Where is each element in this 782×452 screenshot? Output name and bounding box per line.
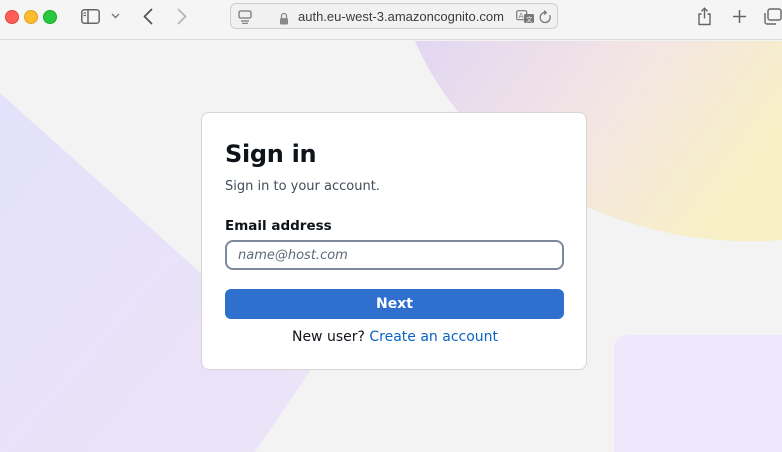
browser-toolbar: auth.eu-west-3.amazoncognito.com A文 [0,0,782,40]
address-bar[interactable]: auth.eu-west-3.amazoncognito.com A文 [230,3,558,29]
translate-icon[interactable]: A文 [515,6,535,28]
signin-page: Sign in Sign in to your account. Email a… [0,41,782,452]
svg-text:文: 文 [526,14,533,23]
tabs-icon[interactable] [764,5,782,27]
new-user-text: New user? [291,329,365,345]
url-text: auth.eu-west-3.amazoncognito.com [298,9,504,24]
close-window-button[interactable] [5,10,19,24]
reload-icon[interactable] [537,6,553,28]
back-icon[interactable] [139,5,157,27]
page-title: Sign in [225,140,317,168]
sidebar-icon[interactable] [79,5,101,27]
signin-card: Sign in Sign in to your account. Email a… [201,112,587,370]
svg-text:A: A [518,12,523,20]
chevron-down-icon[interactable] [108,5,122,27]
share-icon[interactable] [694,5,714,27]
page-menu-icon[interactable] [236,6,254,28]
create-account-link[interactable]: Create an account [369,329,498,345]
plus-icon[interactable] [729,5,749,27]
signup-line: New user? Create an account [202,329,588,345]
email-field[interactable] [225,240,564,270]
page-subtitle: Sign in to your account. [225,179,380,194]
lock-icon [278,7,290,29]
minimize-window-button[interactable] [24,10,38,24]
email-label: Email address [225,218,332,234]
maximize-window-button[interactable] [43,10,57,24]
next-button[interactable]: Next [225,289,564,319]
forward-icon[interactable] [173,5,191,27]
